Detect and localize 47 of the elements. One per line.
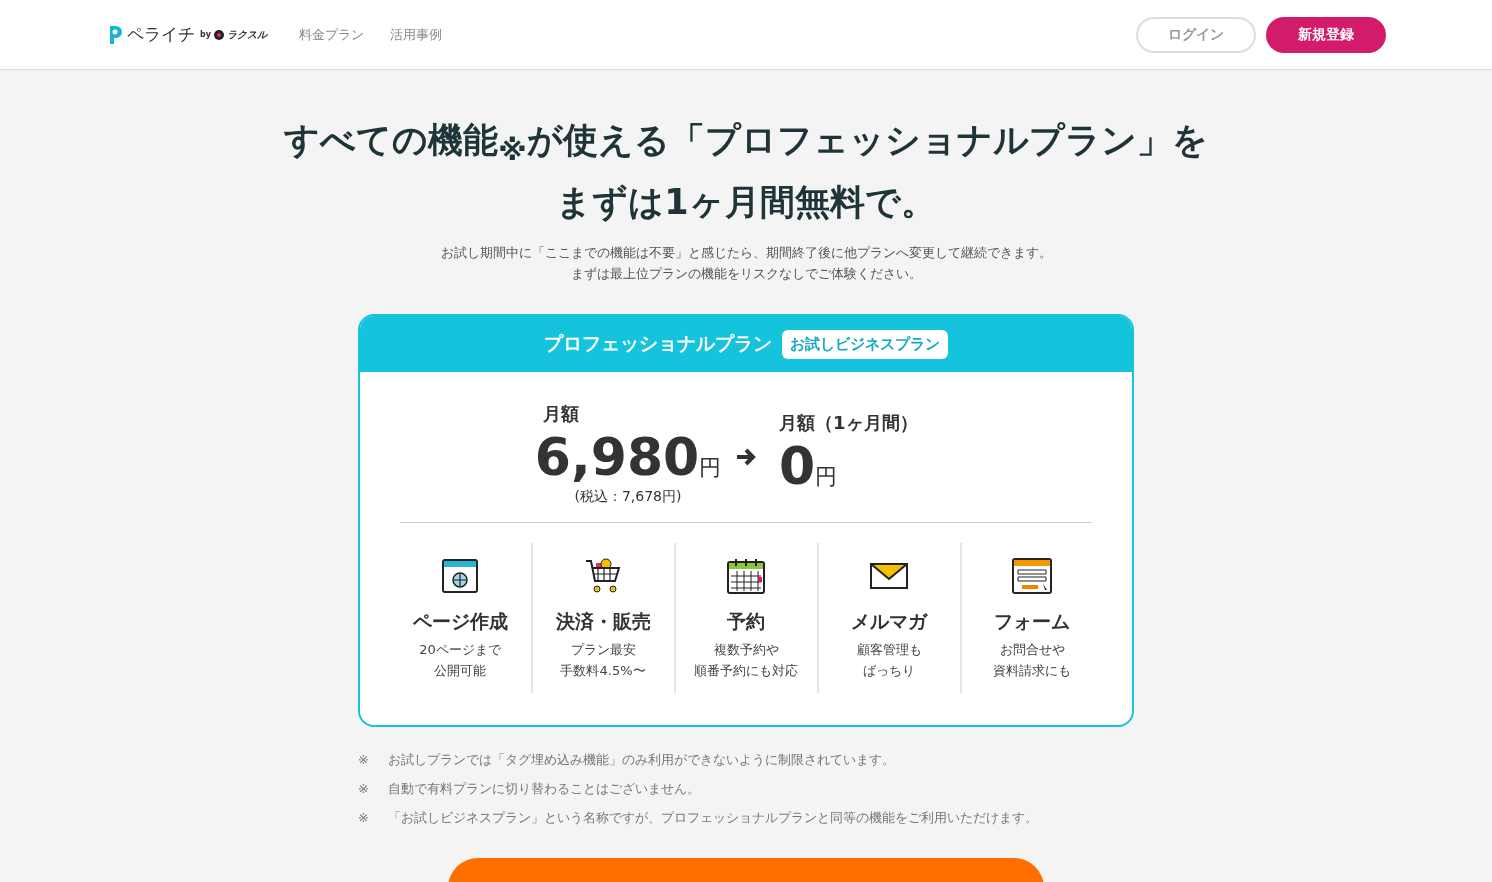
arrow-icon <box>735 447 757 467</box>
feature-title: メルマガ <box>851 609 927 634</box>
note-mark: ※ <box>358 809 370 827</box>
feature-description: 顧客管理も <box>856 641 922 659</box>
note-mark: ※ <box>358 780 370 798</box>
shopping-cart-icon <box>584 557 622 595</box>
logo-text[interactable]: ペライチ <box>127 23 195 46</box>
feature-description: お問合せや <box>999 641 1065 659</box>
calendar-icon <box>727 557 765 595</box>
brand-text: ラクスル <box>226 27 267 42</box>
feature-title: ページ作成 <box>412 609 508 634</box>
form-window-icon <box>1012 557 1052 595</box>
feature-description: 複数予約や <box>713 641 779 659</box>
feature-description: プラン最安 <box>570 641 636 659</box>
plan-title: プロフェッショナルプラン <box>544 331 772 356</box>
nav-link[interactable]: 活用事例 <box>389 25 442 44</box>
note-text: お試しプランでは「タグ埋め込み機能」のみ利用ができないように制限されています。 <box>388 751 895 769</box>
feature-title: 決済・販売 <box>555 609 651 634</box>
feature-description: 20ページまで <box>419 641 501 659</box>
headline: まずは1ヶ月間無料で。 <box>556 181 936 224</box>
browser-globe-icon <box>442 557 478 595</box>
price-amount: 6,980 <box>534 426 700 488</box>
feature-description: ばっちり <box>863 662 915 680</box>
price-amount: 0 <box>779 435 816 497</box>
price-label: 月額（1ヶ月間） <box>779 411 918 435</box>
feature-title: 予約 <box>727 609 765 634</box>
headline: すべての機能$_{※}$が使える「プロフェッショナルプラン」を <box>284 119 1208 169</box>
feature-title: フォーム <box>994 609 1070 634</box>
note-text: 「お試しビジネスプラン」という名称ですが、プロフェッショナルプランと同等の機能をご利用いただけます。 <box>388 809 1038 827</box>
note-text: 自動で有料プランに切り替わることはございません。 <box>388 780 700 798</box>
price-unit: 円 <box>699 454 722 482</box>
signup-button[interactable]: 新規登録 <box>1266 16 1386 53</box>
feature-description: 手数料4.5%〜 <box>560 662 646 680</box>
plan-badge: お試しビジネスプラン <box>782 329 948 359</box>
feature-description: 公開可能 <box>434 662 486 680</box>
tax-text: (税込：7,678円) <box>574 488 682 506</box>
brand-mark-icon <box>213 29 224 40</box>
logo-by-text: by <box>200 30 211 39</box>
note-mark: ※ <box>358 751 370 769</box>
price-label: 月額 <box>543 402 579 426</box>
feature-description: 資料請求にも <box>993 662 1071 680</box>
price-unit: 円 <box>815 463 838 491</box>
lead-text: お試し期間中に「ここまでの機能は不要」と感じたら、期間終了後に他プランへ変更して継続できます。 <box>440 244 1052 262</box>
lead-text: まずは最上位プランの機能をリスクなしでご体験ください。 <box>570 265 922 283</box>
login-button[interactable]: ログイン <box>1136 16 1256 53</box>
nav-link[interactable]: 料金プラン <box>298 25 364 44</box>
feature-description: 順番予約にも対応 <box>694 662 798 680</box>
